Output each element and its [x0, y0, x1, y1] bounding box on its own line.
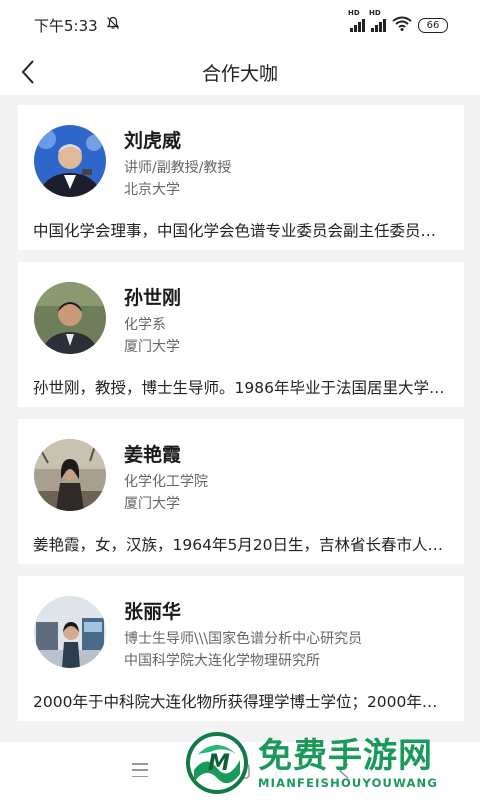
- back-button[interactable]: [14, 58, 42, 86]
- menu-button[interactable]: [128, 760, 152, 780]
- expert-organization: 厦门大学: [124, 339, 180, 355]
- expert-card[interactable]: 刘虎威 讲师/副教授/教授 北京大学 中国化学会理事，中国化学会色谱专业委员会副…: [18, 105, 464, 250]
- chevron-left-icon: [21, 60, 34, 84]
- watermark: M 免费手游网 MIANFEISHOUYOUWANG: [184, 726, 480, 800]
- avatar: [34, 282, 106, 354]
- watermark-en: MIANFEISHOUYOUWANG: [258, 776, 439, 790]
- signal-2-icon: HD: [369, 9, 386, 32]
- expert-organization: 北京大学: [124, 182, 180, 198]
- nav-bar: 合作大咖: [0, 50, 480, 95]
- status-left: 下午5:33: [34, 15, 120, 36]
- svg-text:M: M: [208, 751, 230, 776]
- watermark-text: 免费手游网 MIANFEISHOUYOUWANG: [258, 736, 438, 790]
- expert-title: 化学系: [124, 317, 166, 333]
- status-right: HD HD 66: [348, 9, 448, 35]
- expert-card[interactable]: 孙世刚 化学系 厦门大学 孙世刚，教授，博士生导师。1986年毕业于法国居里大学…: [18, 262, 464, 407]
- status-time: 下午5:33: [34, 16, 98, 35]
- wifi-icon: [392, 16, 412, 35]
- expert-name: 孙世刚: [124, 287, 182, 309]
- avatar: [34, 125, 106, 197]
- expert-list: 刘虎威 讲师/副教授/教授 北京大学 中国化学会理事，中国化学会色谱专业委员会副…: [18, 105, 464, 733]
- expert-description: 中国化学会理事，中国化学会色谱专业委员会副主任委员……: [33, 222, 449, 240]
- avatar: [34, 596, 106, 668]
- expert-name: 刘虎威: [124, 130, 182, 152]
- expert-card[interactable]: 姜艳霞 化学化工学院 厦门大学 姜艳霞，女，汉族，1964年5月20日生，吉林省…: [18, 419, 464, 564]
- expert-organization: 中国科学院大连化学物理研究所: [124, 653, 320, 669]
- expert-title: 化学化工学院: [124, 474, 208, 490]
- avatar: [34, 439, 106, 511]
- expert-title: 博士生导师\\\国家色谱分析中心研究员: [124, 631, 363, 647]
- expert-name: 姜艳霞: [124, 444, 182, 466]
- expert-description: 2000年于中科院大连化物所获得理学博士学位；2000年……: [33, 693, 449, 711]
- page-title: 合作大咖: [201, 63, 278, 85]
- watermark-cn: 免费手游网: [258, 736, 433, 776]
- expert-title: 讲师/副教授/教授: [124, 160, 232, 176]
- battery-icon: 66: [418, 17, 448, 33]
- watermark-logo-icon: M: [186, 732, 248, 794]
- expert-description: 孙世刚，教授，博士生导师。1986年毕业于法国居里大学……: [33, 379, 449, 397]
- status-bar: 下午5:33 HD HD 66: [0, 0, 480, 50]
- expert-description: 姜艳霞，女，汉族，1964年5月20日生，吉林省长春市人……: [33, 536, 449, 554]
- expert-name: 张丽华: [124, 601, 182, 623]
- expert-organization: 厦门大学: [124, 496, 180, 512]
- signal-1-icon: HD: [348, 9, 365, 32]
- mute-bell-icon: [106, 16, 120, 34]
- expert-card[interactable]: 张丽华 博士生导师\\\国家色谱分析中心研究员 中国科学院大连化学物理研究所 2…: [18, 576, 464, 721]
